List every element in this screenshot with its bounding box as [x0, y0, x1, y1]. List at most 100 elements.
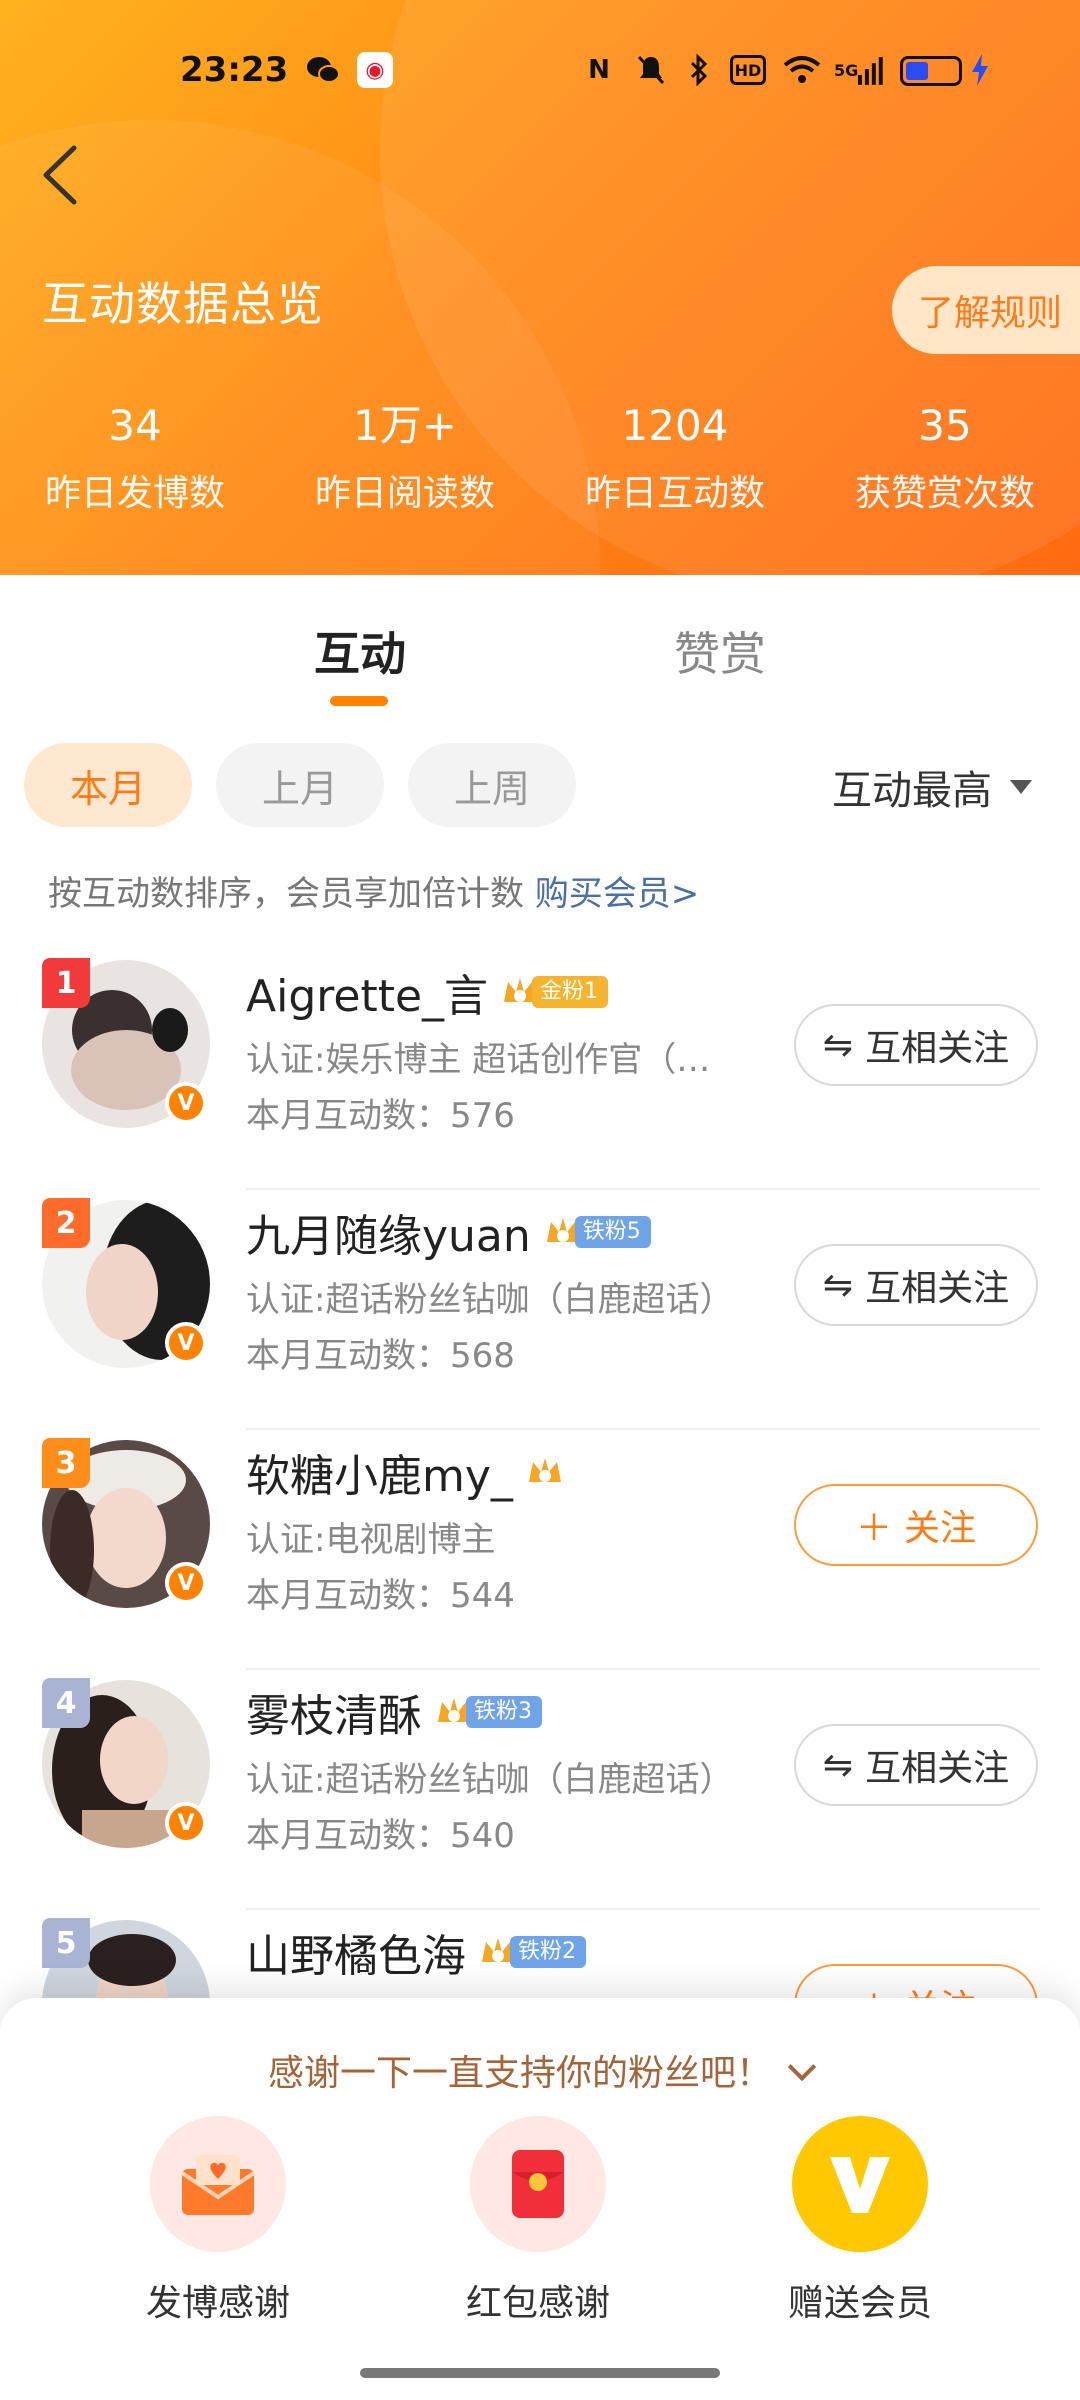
- verified-v-icon: V: [165, 1322, 207, 1364]
- stat-value: 1万+: [353, 401, 457, 450]
- signal-label: 5G: [834, 60, 859, 80]
- user-name-line: 雾枝清酥 铁粉3: [246, 1680, 542, 1744]
- mutual-arrows-icon: ⇋: [822, 1264, 854, 1306]
- interaction-count: 本月互动数：576: [246, 1096, 515, 1136]
- stat-label: 昨日互动数: [584, 473, 765, 514]
- action-label: 赠送会员: [787, 2283, 932, 2324]
- follow-button[interactable]: ＋ 关注: [794, 1484, 1038, 1566]
- list-item[interactable]: 4 V 雾枝清酥 铁粉3 认证:超话粉丝钻咖（白鹿超话） 本月互动数：540 ⇋…: [0, 1670, 1080, 1910]
- filter-bar: 本月 上月 上周 互动最高: [0, 740, 1080, 830]
- tab-interaction[interactable]: 互动: [314, 618, 406, 684]
- fan-badge-label: 铁粉2: [510, 1936, 586, 1968]
- status-bar: 23:23 ◉ N HD 5G: [0, 40, 1080, 100]
- stat-label: 昨日阅读数: [314, 473, 495, 514]
- nfc-icon: N: [588, 55, 610, 85]
- user-certification: 认证:超话粉丝钻咖（白鹿超话）: [246, 1760, 734, 1800]
- mutual-follow-button[interactable]: ⇋ 互相关注: [794, 1724, 1038, 1806]
- list-item[interactable]: 1 V Aigrette_言 金粉1 认证:娱乐博主 超话创作官（… 本月互动数…: [0, 950, 1080, 1190]
- filter-last-month[interactable]: 上月: [216, 743, 384, 827]
- mutual-follow-button[interactable]: ⇋ 互相关注: [794, 1004, 1038, 1086]
- page-title: 互动数据总览: [42, 277, 324, 331]
- fan-badge: 铁粉5: [543, 1212, 651, 1252]
- wifi-icon: [782, 52, 822, 88]
- back-arrow-icon[interactable]: [38, 140, 88, 210]
- sheet-title-row[interactable]: 感谢一下一直支持你的粉丝吧！: [0, 2044, 1080, 2096]
- tab-bar: 互动 赞赏: [0, 600, 1080, 710]
- charging-icon: [968, 52, 992, 88]
- verified-v-icon: V: [165, 1802, 207, 1844]
- header-banner: 23:23 ◉ N HD 5G 互动数据总览 了解规则 34 昨日发博数 1万+…: [0, 0, 1080, 575]
- rank-badge: 3: [42, 1438, 90, 1488]
- tab-active-indicator: [330, 696, 388, 706]
- sort-hint: 按互动数排序，会员享加倍计数 购买会员>: [48, 866, 699, 915]
- rank-badge: 5: [42, 1918, 90, 1968]
- home-indicator[interactable]: [360, 2368, 720, 2378]
- mute-icon: [634, 52, 668, 88]
- sort-dropdown[interactable]: 互动最高: [832, 758, 1032, 816]
- user-certification: 认证:电视剧博主: [246, 1520, 496, 1560]
- user-name[interactable]: 雾枝清酥: [246, 1680, 422, 1744]
- fan-badge: [525, 1452, 565, 1492]
- stat-value: 1204: [621, 401, 729, 450]
- interaction-count: 本月互动数：568: [246, 1336, 515, 1376]
- verified-v-icon: V: [165, 1082, 207, 1124]
- user-certification: 认证:超话粉丝钻咖（白鹿超话）: [246, 1280, 734, 1320]
- gift-vip-button[interactable]: 赠送会员: [760, 2116, 960, 2326]
- post-thanks-button[interactable]: 发博感谢: [118, 2116, 318, 2326]
- fan-badge: 铁粉3: [434, 1692, 542, 1732]
- button-label: 关注: [904, 1508, 977, 1549]
- filter-this-month[interactable]: 本月: [24, 743, 192, 827]
- fan-badge-label: 铁粉3: [466, 1696, 542, 1728]
- fan-badge-label: 金粉1: [532, 976, 609, 1008]
- stat-rewards: 35 获赞赏次数: [810, 398, 1080, 516]
- stat-value: 34: [108, 401, 162, 450]
- fan-badge-label: 铁粉5: [574, 1216, 651, 1248]
- user-name-line: 软糖小鹿my_: [246, 1440, 565, 1504]
- caret-down-icon: [1010, 780, 1032, 794]
- user-name[interactable]: 九月随缘yuan: [246, 1200, 531, 1264]
- envelope-heart-icon: [150, 2116, 286, 2252]
- vip-v-icon: [792, 2116, 928, 2252]
- crown-icon: [528, 1458, 561, 1482]
- buy-vip-link[interactable]: 购买会员>: [535, 874, 700, 914]
- button-label: 互相关注: [865, 1748, 1010, 1789]
- wechat-icon: [305, 52, 341, 88]
- signal-icon: 5G: [834, 52, 884, 88]
- verified-v-icon: V: [165, 1562, 207, 1604]
- tab-reward[interactable]: 赞赏: [674, 618, 766, 684]
- interaction-count: 本月互动数：544: [246, 1576, 515, 1616]
- interaction-count: 本月互动数：540: [246, 1816, 515, 1856]
- user-name-line: Aigrette_言 金粉1: [246, 960, 609, 1024]
- user-name[interactable]: 软糖小鹿my_: [246, 1440, 513, 1504]
- rules-button[interactable]: 了解规则: [892, 266, 1080, 354]
- filter-last-week[interactable]: 上周: [408, 743, 576, 827]
- chevron-down-icon[interactable]: [787, 2052, 817, 2082]
- rank-badge: 4: [42, 1678, 90, 1728]
- sort-label: 互动最高: [832, 768, 992, 814]
- list-item[interactable]: 3 V 软糖小鹿my_ 认证:电视剧博主 本月互动数：544 ＋ 关注: [0, 1430, 1080, 1670]
- user-name-line: 山野橘色海 铁粉2: [246, 1920, 586, 1984]
- thanks-bottom-sheet: 感谢一下一直支持你的粉丝吧！ 发博感谢 红包感谢 赠送会员: [0, 1998, 1080, 2400]
- action-label: 发博感谢: [145, 2283, 290, 2324]
- battery-icon: [900, 56, 962, 86]
- user-name-line: 九月随缘yuan 铁粉5: [246, 1200, 651, 1264]
- mutual-arrows-icon: ⇋: [822, 1744, 854, 1786]
- list-item[interactable]: 2 V 九月随缘yuan 铁粉5 认证:超话粉丝钻咖（白鹿超话） 本月互动数：5…: [0, 1190, 1080, 1430]
- stat-label: 昨日发博数: [44, 473, 225, 514]
- stats-row: 34 昨日发博数 1万+ 昨日阅读数 1204 昨日互动数 35 获赞赏次数: [0, 398, 1080, 516]
- stat-posts: 34 昨日发博数: [0, 398, 270, 516]
- mutual-arrows-icon: ⇋: [822, 1024, 854, 1066]
- button-label: 互相关注: [865, 1268, 1010, 1309]
- plus-icon: ＋: [855, 1508, 892, 1549]
- stat-label: 获赞赏次数: [854, 473, 1035, 514]
- bluetooth-icon: [686, 52, 712, 88]
- sheet-title: 感谢一下一直支持你的粉丝吧！: [267, 2053, 772, 2094]
- weibo-icon: ◉: [357, 52, 393, 88]
- rank-badge: 1: [42, 958, 90, 1008]
- red-envelope-thanks-button[interactable]: 红包感谢: [438, 2116, 638, 2326]
- user-name[interactable]: 山野橘色海: [246, 1920, 466, 1984]
- mutual-follow-button[interactable]: ⇋ 互相关注: [794, 1244, 1038, 1326]
- user-certification: 认证:娱乐博主 超话创作官（…: [246, 1040, 711, 1080]
- stat-reads: 1万+ 昨日阅读数: [270, 398, 540, 516]
- user-name[interactable]: Aigrette_言: [246, 960, 488, 1024]
